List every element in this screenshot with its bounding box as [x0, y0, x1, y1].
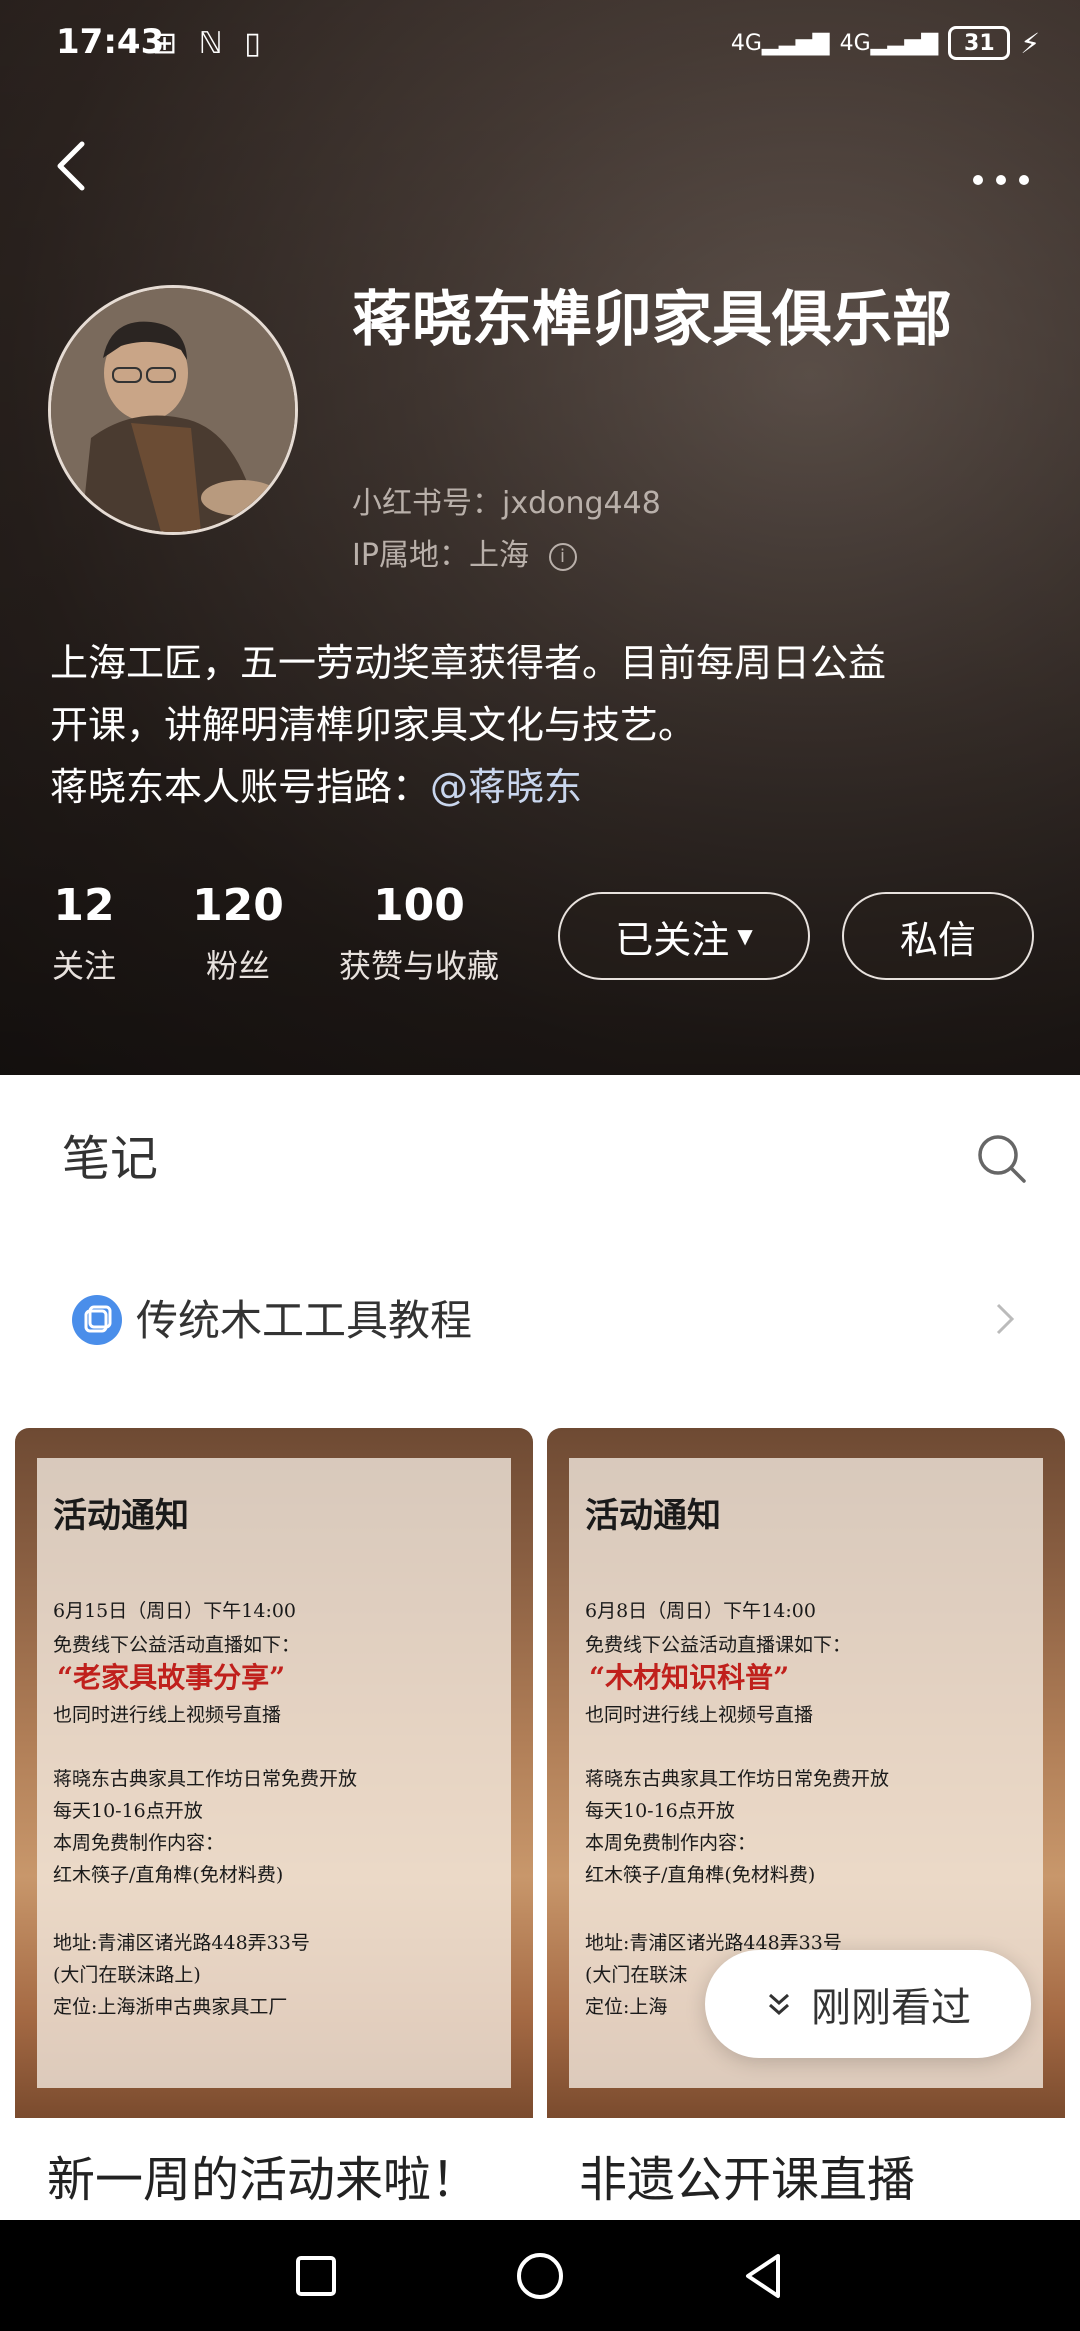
- poster-line: 蒋晓东古典家具工作坊日常免费开放: [53, 1768, 358, 1790]
- bio-text: 蒋晓东本人账号指路：: [50, 765, 431, 809]
- recently-viewed-button[interactable]: 刚刚看过: [705, 1950, 1031, 2058]
- bio-line: 开课，讲解明清榫卯家具文化与技艺。: [50, 703, 697, 747]
- avatar[interactable]: [48, 285, 298, 535]
- info-icon[interactable]: i: [548, 542, 577, 571]
- poster-line: 6月15日（周日）下午14:00: [53, 1600, 297, 1622]
- poster-line: 地址:青浦区诸光路448弄33号: [53, 1932, 310, 1954]
- collection-row[interactable]: 传统木工工具教程: [0, 1231, 1080, 1401]
- stat-value: 120: [192, 880, 284, 931]
- stat-value: 100: [373, 880, 465, 931]
- note-title: 非遗公开课直播: [579, 2152, 916, 2208]
- following-button[interactable]: 已关注 ▼: [558, 892, 810, 980]
- poster-line: 每天10-16点开放: [585, 1800, 735, 1822]
- stat-following[interactable]: 12 关注: [48, 880, 120, 987]
- poster-line: 红木筷子/直角榫(免材料费): [585, 1864, 816, 1886]
- poster-line: (大门在联沫: [585, 1964, 688, 1986]
- double-chevron-down-icon: [769, 1993, 789, 2016]
- dropdown-icon: ▼: [737, 924, 753, 948]
- mention-link[interactable]: @蒋晓东: [430, 765, 582, 809]
- poster-line: 定位:上海: [585, 1996, 668, 2018]
- poster-line: 本周免费制作内容：: [53, 1832, 225, 1854]
- avatar-portrait-icon: [51, 288, 295, 532]
- message-label: 私信: [899, 917, 976, 962]
- bio-line: 上海工匠，五一劳动奖章获得者。目前每周日公益: [50, 641, 887, 685]
- top-nav: [0, 120, 1080, 220]
- signal-icon-2: 4G▂▃▅▇: [839, 30, 939, 56]
- profile-bio: 上海工匠，五一劳动奖章获得者。目前每周日公益 开课，讲解明清榫卯家具文化与技艺。…: [50, 632, 1040, 818]
- poster-highlight: “老家具故事分享”: [57, 1661, 286, 1694]
- stat-label: 关注: [51, 947, 116, 985]
- recently-viewed-label: 刚刚看过: [811, 1985, 971, 2031]
- ip-location: IP属地：上海 i: [352, 530, 577, 574]
- collection-icon: [72, 1295, 122, 1345]
- poster-line: 本周免费制作内容：: [585, 1832, 757, 1854]
- chevron-right-icon: [996, 1303, 1015, 1335]
- status-right: 4G▂▃▅▇ 4G▂▃▅▇ 31 ⚡: [731, 26, 1040, 60]
- note-card[interactable]: 活动通知 6月8日（周日）下午14:00 免费线下公益活动直播课如下： “木材知…: [547, 1428, 1065, 2233]
- poster-line: (大门在联沫路上): [53, 1964, 201, 1986]
- poster-line: 蒋晓东古典家具工作坊日常免费开放: [585, 1768, 890, 1790]
- charging-icon: ⚡: [1020, 26, 1040, 60]
- status-bar: 17:43 ⊞ ℕ ▯ 4G▂▃▅▇ 4G▂▃▅▇ 31 ⚡: [0, 0, 1080, 88]
- stat-likes[interactable]: 100 获赞与收藏: [324, 880, 514, 987]
- following-label: 已关注: [615, 917, 730, 962]
- recents-square-icon[interactable]: [290, 2250, 342, 2302]
- tab-notes[interactable]: 笔记: [62, 1119, 158, 1189]
- profile-name: 蒋晓东榫卯家具俱乐部: [352, 285, 952, 355]
- stat-label: 获赞与收藏: [338, 947, 499, 985]
- battery-icon: 31: [948, 26, 1011, 60]
- back-triangle-icon[interactable]: [738, 2250, 790, 2302]
- signal-icon: 4G▂▃▅▇: [730, 30, 830, 56]
- more-options-icon[interactable]: [966, 140, 1036, 190]
- poster-line: 定位:上海浙申古典家具工厂: [53, 1996, 288, 2018]
- note-card[interactable]: 活动通知 6月15日（周日）下午14:00 免费线下公益活动直播如下： “老家具…: [15, 1428, 533, 2233]
- poster-line: 红木筷子/直角榫(免材料费): [53, 1864, 284, 1886]
- stat-value: 12: [53, 880, 115, 931]
- bio-line: 蒋晓东本人账号指路：@蒋晓东: [50, 756, 1040, 818]
- collection-label: 传统木工工具教程: [136, 1296, 473, 1345]
- stat-followers[interactable]: 120 粉丝: [178, 880, 298, 987]
- poster-highlight: “木材知识科普”: [589, 1661, 790, 1694]
- notes-tab-bar: 笔记: [0, 1075, 1080, 1233]
- poster-line: 免费线下公益活动直播如下：: [53, 1634, 301, 1656]
- poster-line: 6月8日（周日）下午14:00: [585, 1600, 816, 1622]
- poster-title: 活动通知: [585, 1496, 721, 1536]
- red-id: 小红书号：jxdong448: [352, 486, 661, 521]
- message-button[interactable]: 私信: [842, 892, 1034, 980]
- poster-line: 也同时进行线上视频号直播: [585, 1704, 814, 1726]
- poster-line: 也同时进行线上视频号直播: [53, 1704, 282, 1726]
- status-time: 17:43: [56, 22, 165, 62]
- poster-line: 每天10-16点开放: [53, 1800, 203, 1822]
- home-circle-icon[interactable]: [514, 2250, 566, 2302]
- ip-location-text: IP属地：上海: [352, 538, 529, 573]
- poster-title: 活动通知: [53, 1496, 189, 1536]
- notification-icons: ⊞ ℕ ▯: [152, 26, 267, 61]
- poster-line: 免费线下公益活动直播课如下：: [585, 1634, 852, 1656]
- system-nav-bar: [0, 2220, 1080, 2331]
- note-cover-image: 活动通知 6月15日（周日）下午14:00 免费线下公益活动直播如下： “老家具…: [15, 1428, 533, 2118]
- note-title: 新一周的活动来啦！: [47, 2152, 480, 2208]
- back-arrow-icon[interactable]: [44, 136, 104, 196]
- stat-label: 粉丝: [205, 947, 270, 985]
- search-icon[interactable]: [976, 1133, 1028, 1185]
